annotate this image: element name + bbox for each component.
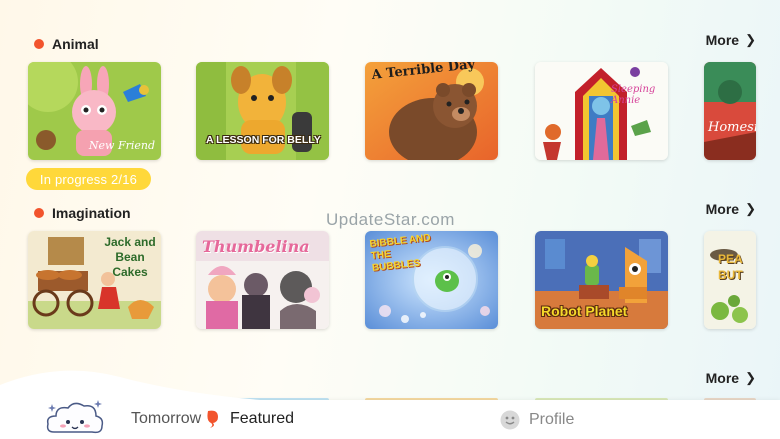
- featured-icon: [206, 410, 220, 428]
- nav-tomorrow-label: Tomorrow: [131, 410, 202, 427]
- more-button-third[interactable]: More ❯: [706, 370, 756, 386]
- cloud-mascot-icon[interactable]: [44, 398, 106, 438]
- cloud-mascot-graphic: [46, 400, 104, 434]
- more-label: More: [705, 370, 740, 386]
- nav-featured[interactable]: Featured: [206, 410, 294, 428]
- nav-profile-label: Profile: [529, 411, 575, 428]
- chevron-right-icon: ❯: [745, 370, 756, 385]
- watermark-text: UpdateStar.com: [326, 210, 455, 229]
- nav-tomorrow[interactable]: Tomorrow: [131, 410, 201, 428]
- profile-icon: [500, 410, 520, 430]
- nav-profile[interactable]: Profile: [500, 410, 574, 430]
- section-third: More ❯: [0, 0, 780, 402]
- nav-featured-label: Featured: [230, 410, 295, 427]
